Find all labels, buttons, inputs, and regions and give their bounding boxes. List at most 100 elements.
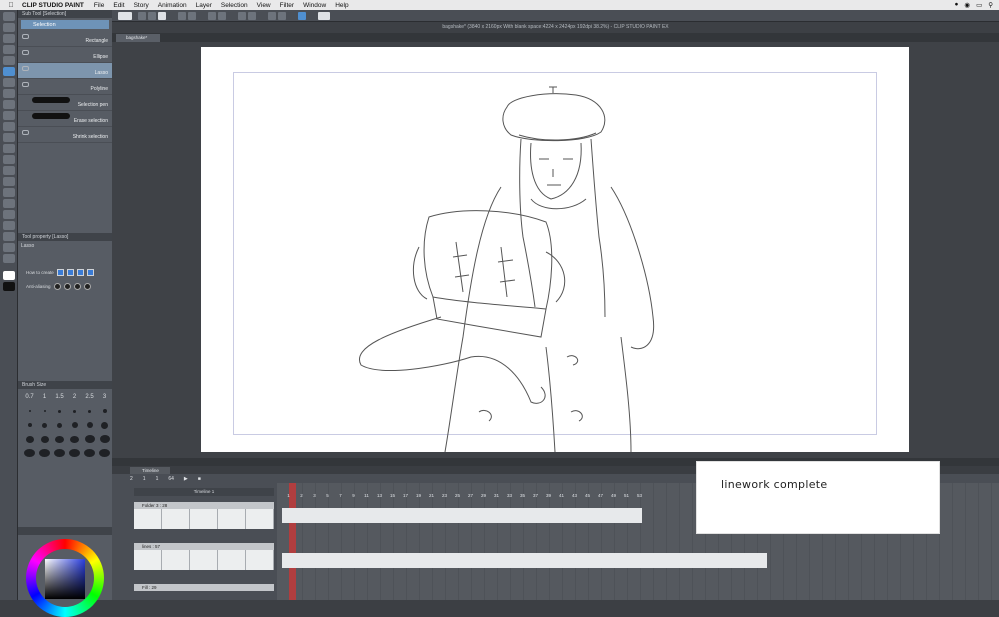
snap-icon[interactable] — [268, 12, 276, 20]
brush-dot[interactable] — [24, 435, 35, 443]
brush-dot[interactable] — [84, 435, 95, 443]
timeline-tab[interactable]: Timeline — [130, 467, 170, 474]
fill-tool-icon[interactable] — [3, 177, 15, 186]
brush-dot[interactable] — [99, 435, 110, 443]
pen-tool-icon[interactable] — [3, 100, 15, 109]
brush-dot[interactable] — [69, 449, 80, 457]
brush-dot[interactable] — [39, 435, 50, 443]
frame-tool-icon[interactable] — [3, 210, 15, 219]
apple-icon[interactable]:  — [0, 2, 22, 9]
brush-size-label[interactable]: 1.5 — [54, 393, 65, 401]
brush-dot[interactable] — [69, 435, 80, 443]
sub-color-swatch[interactable] — [3, 282, 15, 291]
balloon-tool-icon[interactable] — [3, 243, 15, 252]
menu-selection[interactable]: Selection — [221, 2, 248, 9]
eraser-tool-icon[interactable] — [3, 155, 15, 164]
brush-dot[interactable] — [99, 407, 110, 415]
zoom-tool-icon[interactable] — [3, 23, 15, 32]
menu-window[interactable]: Window — [303, 2, 326, 9]
sub-tool-lasso[interactable]: Lasso — [18, 63, 112, 79]
add-selection-icon[interactable] — [66, 268, 74, 276]
main-color-swatch[interactable] — [3, 271, 15, 280]
airbrush-tool-icon[interactable] — [3, 133, 15, 142]
decoration-tool-icon[interactable] — [3, 144, 15, 153]
aa-weak-icon[interactable] — [63, 282, 71, 290]
figure-tool-icon[interactable] — [3, 199, 15, 208]
fps-field[interactable]: 1 — [156, 476, 159, 482]
gradient-tool-icon[interactable] — [3, 188, 15, 197]
blend-tool-icon[interactable] — [3, 166, 15, 175]
brush-dot[interactable] — [24, 407, 35, 415]
menu-file[interactable]: File — [94, 2, 104, 9]
subtract-selection-icon[interactable] — [76, 268, 84, 276]
menu-help[interactable]: Help — [335, 2, 348, 9]
brush-dot[interactable] — [39, 421, 50, 429]
sub-tool-erase-selection[interactable]: Erase selection — [18, 111, 112, 127]
sub-tool-selection-pen[interactable]: Selection pen — [18, 95, 112, 111]
hand-tool-icon[interactable] — [3, 34, 15, 43]
brush-dot[interactable] — [54, 407, 65, 415]
document-tab[interactable]: bagshake* — [116, 34, 160, 42]
sub-tool-shrink-selection[interactable]: Shrink selection — [18, 127, 112, 143]
invert-selection-icon[interactable] — [248, 12, 256, 20]
brush-dot[interactable] — [54, 421, 65, 429]
auto-select-tool-icon[interactable] — [3, 78, 15, 87]
canvas-area[interactable] — [112, 42, 999, 458]
undo-icon[interactable] — [178, 12, 186, 20]
brush-dot[interactable] — [54, 435, 65, 443]
brush-dot[interactable] — [69, 421, 80, 429]
brush-size-label[interactable]: 3 — [99, 393, 110, 401]
fps-field[interactable]: 64 — [168, 476, 174, 482]
brush-dot[interactable] — [24, 421, 35, 429]
brush-size-label[interactable]: 0.7 — [24, 393, 35, 401]
menu-view[interactable]: View — [257, 2, 271, 9]
menu-story[interactable]: Story — [134, 2, 149, 9]
menu-animation[interactable]: Animation — [158, 2, 187, 9]
track-lines[interactable]: lines : 57 — [134, 543, 274, 570]
eye-icon[interactable] — [118, 12, 132, 20]
track-folder-3[interactable]: Folder 3 : 28 — [134, 502, 274, 529]
intersect-selection-icon[interactable] — [86, 268, 94, 276]
deselect-icon[interactable] — [238, 12, 246, 20]
menu-filter[interactable]: Filter — [280, 2, 294, 9]
snap-ruler-icon[interactable] — [278, 12, 286, 20]
brush-dot[interactable] — [39, 407, 50, 415]
eyedropper-tool-icon[interactable] — [3, 89, 15, 98]
brush-dot[interactable] — [84, 449, 95, 457]
fps-field[interactable]: 2 — [130, 476, 133, 482]
brush-dot[interactable] — [84, 421, 95, 429]
aa-medium-icon[interactable] — [73, 282, 81, 290]
track-folder-3-frames[interactable] — [282, 508, 642, 523]
selection-tool-icon[interactable] — [3, 67, 15, 76]
redo-icon[interactable] — [188, 12, 196, 20]
brush-tool-icon[interactable] — [3, 122, 15, 131]
move-tool-icon[interactable] — [3, 12, 15, 21]
ruler-tool-icon[interactable] — [3, 221, 15, 230]
brush-dot[interactable] — [24, 449, 35, 457]
new-icon[interactable] — [138, 12, 146, 20]
operation-tool-icon[interactable] — [3, 45, 15, 54]
brush-dot[interactable] — [69, 407, 80, 415]
transform-icon[interactable] — [218, 12, 226, 20]
brush-dot[interactable] — [39, 449, 50, 457]
menu-edit[interactable]: Edit — [113, 2, 124, 9]
fps-field[interactable]: 1 — [143, 476, 146, 482]
brush-dot[interactable] — [99, 449, 110, 457]
app-name[interactable]: CLIP STUDIO PAINT — [22, 2, 84, 9]
brush-size-label[interactable]: 2.5 — [84, 393, 95, 401]
timeline-name[interactable]: Timeline 1 — [134, 488, 274, 496]
open-icon[interactable] — [148, 12, 156, 20]
companion-icon[interactable] — [318, 12, 330, 20]
brush-dot[interactable] — [99, 421, 110, 429]
brush-dot[interactable] — [54, 449, 65, 457]
search-icon[interactable]: ⚲ — [988, 1, 993, 9]
correct-line-tool-icon[interactable] — [3, 254, 15, 263]
battery-icon[interactable]: ▭ — [976, 1, 982, 9]
playhead[interactable] — [289, 483, 296, 600]
saturation-value-square[interactable] — [45, 559, 85, 599]
pencil-tool-icon[interactable] — [3, 111, 15, 120]
track-lines-frames[interactable] — [282, 553, 767, 568]
text-tool-icon[interactable] — [3, 232, 15, 241]
wifi-icon[interactable]: ◉ — [964, 1, 970, 9]
window-icon[interactable] — [298, 12, 306, 20]
